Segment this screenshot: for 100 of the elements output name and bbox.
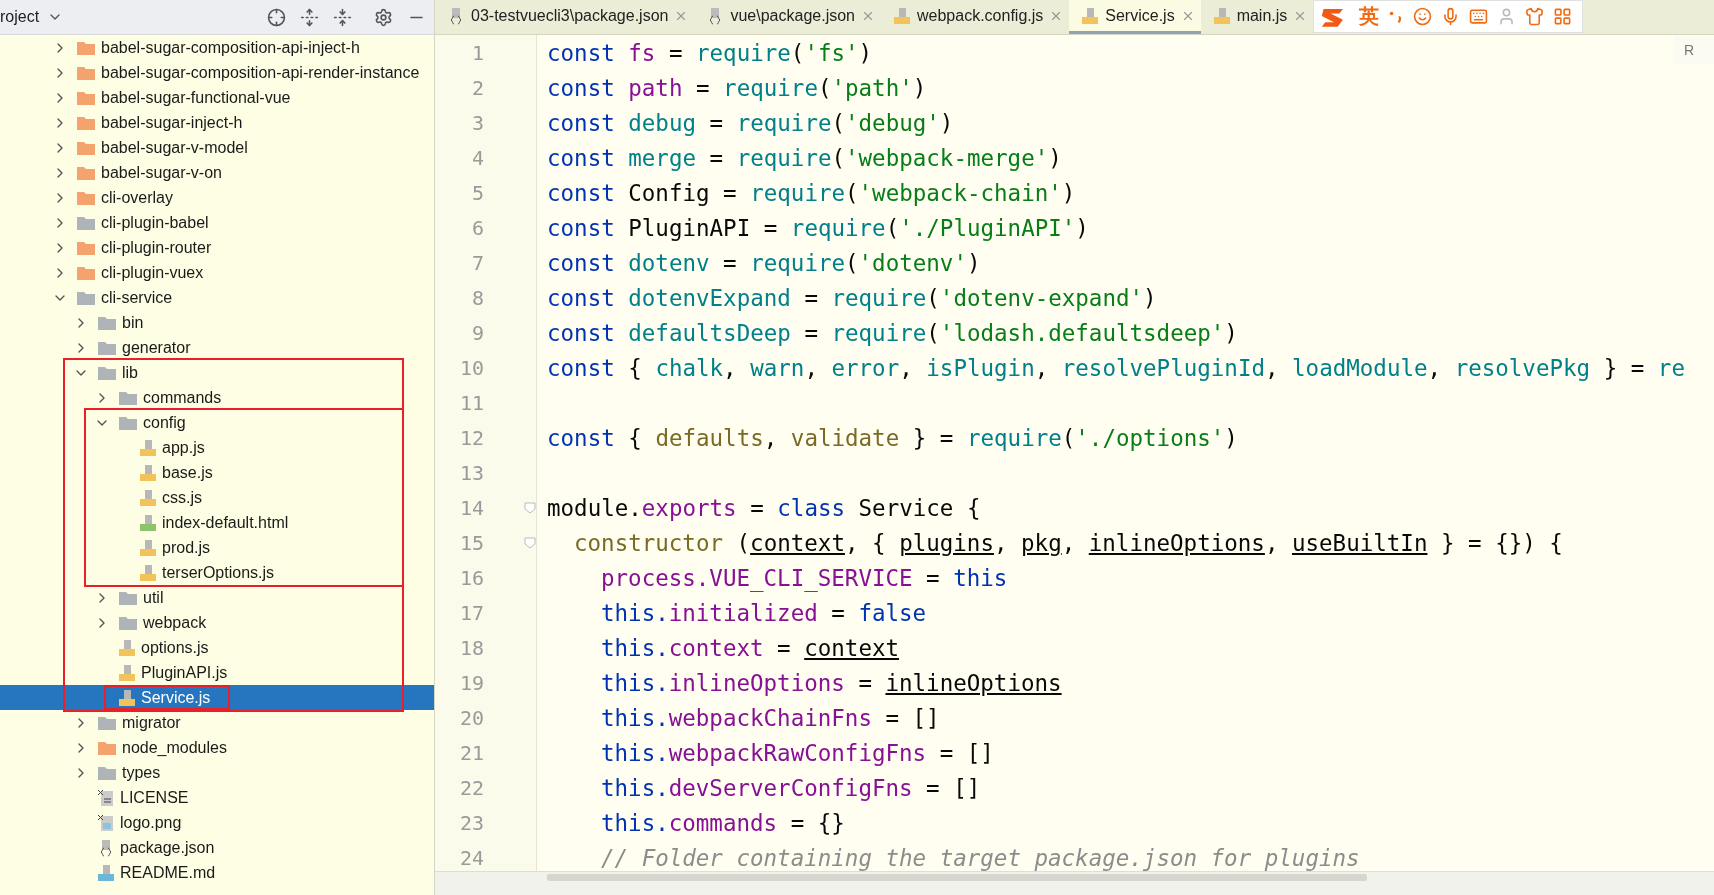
tree-item[interactable]: LICENSE xyxy=(0,785,434,810)
code-text: ) xyxy=(858,39,873,66)
identifier: defaults xyxy=(655,424,764,451)
tree-item[interactable]: babel-sugar-inject-h xyxy=(0,110,434,135)
tree-item[interactable]: babel-sugar-v-model xyxy=(0,135,434,160)
code-text: = xyxy=(857,669,873,696)
line-number: 21 xyxy=(435,735,537,770)
property: commands xyxy=(668,809,778,836)
tree-item[interactable]: cli-service xyxy=(0,285,434,310)
folder-icon xyxy=(118,589,138,606)
tree-item[interactable]: commands xyxy=(0,385,434,410)
panel-title[interactable]: roject xyxy=(0,8,40,26)
folder-icon xyxy=(97,764,117,781)
expand-icon[interactable] xyxy=(300,7,319,27)
tree-item[interactable]: babel-sugar-v-on xyxy=(0,160,434,185)
code-text: { xyxy=(628,424,643,451)
keyword: const xyxy=(547,39,616,66)
smiley-icon[interactable] xyxy=(1413,7,1433,26)
identifier: error xyxy=(831,354,900,381)
tree-item[interactable]: cli-plugin-vuex xyxy=(0,260,434,285)
tree-item[interactable]: generator xyxy=(0,335,434,360)
code-text: , { xyxy=(844,529,887,556)
identifier: require xyxy=(966,424,1062,451)
editor-tab[interactable]: 03-testvuecli3\package.json xyxy=(435,0,695,34)
tree-item[interactable]: prod.js xyxy=(0,535,434,560)
parameter: pkg xyxy=(1021,529,1062,556)
tree-item[interactable]: README.md xyxy=(0,860,434,885)
code-comment: // Folder containing the target package.json for plugins xyxy=(601,844,1360,871)
identifier: dotenv xyxy=(628,249,710,276)
editor-tab[interactable]: webpack.config.js xyxy=(881,0,1070,34)
grid-icon[interactable] xyxy=(1553,7,1573,26)
tree-item[interactable]: config xyxy=(0,410,434,435)
line-number: 4 xyxy=(435,140,537,175)
tree-item[interactable]: babel-sugar-composition-api-render-instance xyxy=(0,60,434,85)
identifier: require xyxy=(723,74,818,101)
settings-icon[interactable] xyxy=(374,7,393,27)
code-text: } = xyxy=(1602,354,1646,381)
tree-item[interactable]: cli-plugin-router xyxy=(0,235,434,260)
tree-item[interactable]: Service.js xyxy=(0,685,434,710)
identifier: validate xyxy=(790,424,900,451)
identifier: merge xyxy=(628,144,696,171)
tree-item[interactable]: migrator xyxy=(0,710,434,735)
code-text: = xyxy=(722,249,738,276)
keyword: false xyxy=(858,599,927,626)
tree-item[interactable]: logo.png xyxy=(0,810,434,835)
folder-icon xyxy=(118,614,138,631)
editor-tab[interactable]: main.js xyxy=(1200,0,1314,34)
line-number: 1 xyxy=(435,35,537,70)
tree-item[interactable]: util xyxy=(0,585,434,610)
editor-tab[interactable]: Service.js xyxy=(1069,0,1201,34)
line-number: 6 xyxy=(435,210,537,245)
tree-item[interactable]: webpack xyxy=(0,610,434,635)
code-text: module. xyxy=(547,494,642,521)
editor-tab[interactable]: vue\package.json xyxy=(694,0,881,34)
folder-icon xyxy=(76,264,96,281)
keyword: const xyxy=(547,354,616,381)
code-text: , xyxy=(1264,529,1280,556)
html-file-icon xyxy=(139,513,157,532)
js-file-icon xyxy=(139,438,157,457)
code-text: ( xyxy=(735,529,751,556)
folder-icon xyxy=(97,339,117,356)
tree-item[interactable]: base.js xyxy=(0,460,434,485)
keyboard-icon[interactable] xyxy=(1469,7,1489,26)
tree-item[interactable]: node_modules xyxy=(0,735,434,760)
tree-item[interactable]: css.js xyxy=(0,485,434,510)
tree-item[interactable]: bin xyxy=(0,310,434,335)
keyword: this. xyxy=(601,704,669,731)
string-literal: 'webpack-merge' xyxy=(845,144,1049,171)
code-text: , xyxy=(1034,354,1050,381)
keyword: this. xyxy=(601,599,669,626)
folder-icon xyxy=(97,314,117,331)
tree-item[interactable]: lib xyxy=(0,360,434,385)
tree-item[interactable]: terserOptions.js xyxy=(0,560,434,585)
keyword: const xyxy=(547,249,616,276)
parameter: useBuiltIn xyxy=(1292,529,1428,556)
folder-icon xyxy=(76,39,96,56)
code-text: , xyxy=(1427,354,1443,381)
tree-item[interactable]: options.js xyxy=(0,635,434,660)
tree-item[interactable]: PluginAPI.js xyxy=(0,660,434,685)
line-number: 8 xyxy=(435,280,537,315)
tree-item[interactable]: index-default.html xyxy=(0,510,434,535)
tree-item[interactable]: cli-plugin-babel xyxy=(0,210,434,235)
tree-item[interactable]: cli-overlay xyxy=(0,185,434,210)
identifier: resolvePkg xyxy=(1454,354,1591,381)
code-text: , xyxy=(763,424,779,451)
tree-item[interactable]: package.json xyxy=(0,835,434,860)
tree-item[interactable]: babel-sugar-composition-api-inject-h xyxy=(0,35,434,60)
line-number: 15 xyxy=(435,525,537,560)
identifier: isPlugin xyxy=(926,354,1035,381)
line-number: 12 xyxy=(435,420,537,455)
crosshair-icon[interactable] xyxy=(267,7,286,27)
shirt-icon[interactable] xyxy=(1525,7,1545,26)
code-text: = xyxy=(695,74,711,101)
tree-item[interactable]: babel-sugar-functional-vue xyxy=(0,85,434,110)
scrollbar[interactable] xyxy=(547,874,1367,881)
keyword: const xyxy=(547,109,616,136)
tree-item[interactable]: types xyxy=(0,760,434,785)
tree-item[interactable]: app.js xyxy=(0,435,434,460)
collapse-icon[interactable] xyxy=(333,7,352,27)
keyword: const xyxy=(547,214,616,241)
